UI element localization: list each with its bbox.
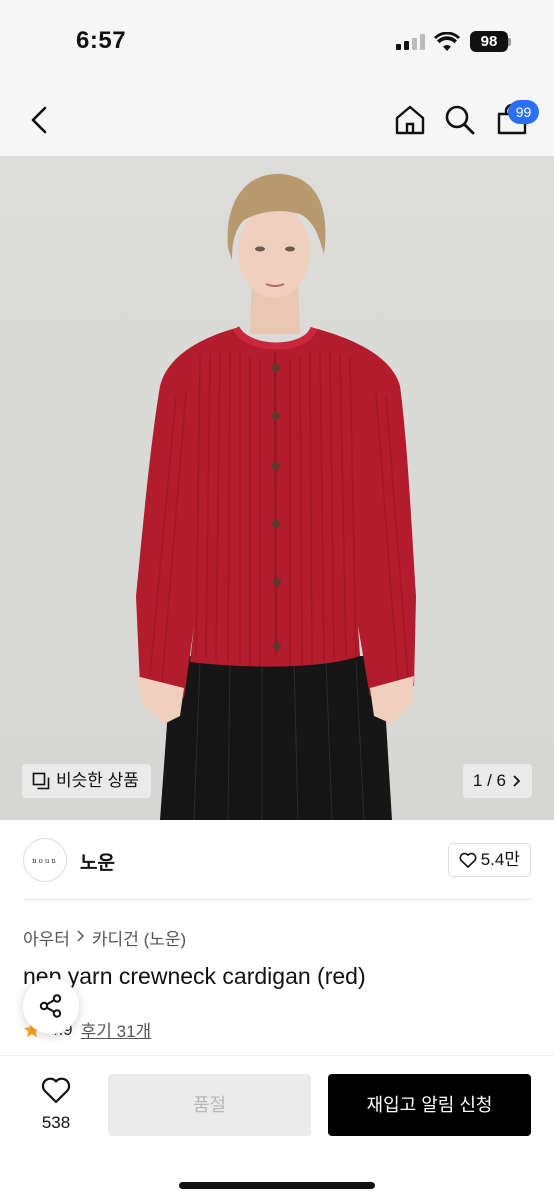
chevron-right-icon bbox=[513, 775, 521, 787]
similar-products-label: 비슷한 상품 bbox=[56, 771, 139, 790]
wishlist-count: 538 bbox=[41, 1113, 71, 1132]
heart-outline-icon bbox=[41, 1077, 71, 1104]
product-image-gallery[interactable]: 비슷한 상품 1 / 6 bbox=[0, 156, 554, 820]
chevron-right-icon bbox=[77, 930, 84, 942]
back-arrow-icon[interactable] bbox=[22, 102, 58, 138]
page-indicator-text: 1 / 6 bbox=[472, 771, 506, 790]
divider bbox=[23, 899, 531, 900]
status-bar: 6:57 98 bbox=[0, 0, 554, 84]
search-icon[interactable] bbox=[442, 102, 478, 138]
home-indicator bbox=[179, 1182, 375, 1189]
heart-outline-icon bbox=[459, 852, 477, 868]
home-icon[interactable] bbox=[392, 102, 428, 138]
wifi-icon bbox=[434, 32, 460, 51]
breadcrumb-category[interactable]: 아우터 bbox=[23, 925, 70, 950]
breadcrumb-subcategory[interactable]: 카디건 (노운) bbox=[92, 925, 186, 950]
restock-alert-button[interactable]: 재입고 알림 신청 bbox=[328, 1074, 531, 1136]
similar-icon bbox=[32, 772, 50, 790]
brand-row[interactable]: noun 노운 5.4만 bbox=[0, 820, 554, 900]
breadcrumb: 아우터 카디건 (노운) bbox=[23, 925, 186, 950]
brand-logo[interactable]: noun bbox=[23, 838, 67, 882]
battery-tip bbox=[508, 38, 511, 46]
review-count-link[interactable]: 후기 31개 bbox=[81, 1017, 152, 1042]
cellular-signal-icon bbox=[396, 34, 426, 50]
similar-products-button[interactable]: 비슷한 상품 bbox=[22, 764, 151, 798]
image-page-indicator[interactable]: 1 / 6 bbox=[462, 764, 532, 798]
share-button[interactable] bbox=[23, 978, 79, 1034]
product-photo bbox=[136, 173, 416, 820]
bottom-action-bar: 538 품절 재입고 알림 신청 bbox=[0, 1055, 554, 1200]
brand-name[interactable]: 노운 bbox=[80, 848, 115, 875]
cart-count-badge: 99 bbox=[508, 100, 539, 124]
status-time: 6:57 bbox=[76, 27, 127, 54]
wishlist-button[interactable]: 538 bbox=[28, 1076, 84, 1133]
brand-like-button[interactable]: 5.4만 bbox=[447, 843, 531, 877]
product-title: nep yarn crewneck cardigan (red) bbox=[23, 963, 366, 989]
share-icon bbox=[39, 994, 62, 1018]
soldout-button: 품절 bbox=[108, 1074, 311, 1136]
battery-icon: 98 bbox=[470, 31, 508, 52]
brand-like-count: 5.4만 bbox=[480, 850, 520, 869]
